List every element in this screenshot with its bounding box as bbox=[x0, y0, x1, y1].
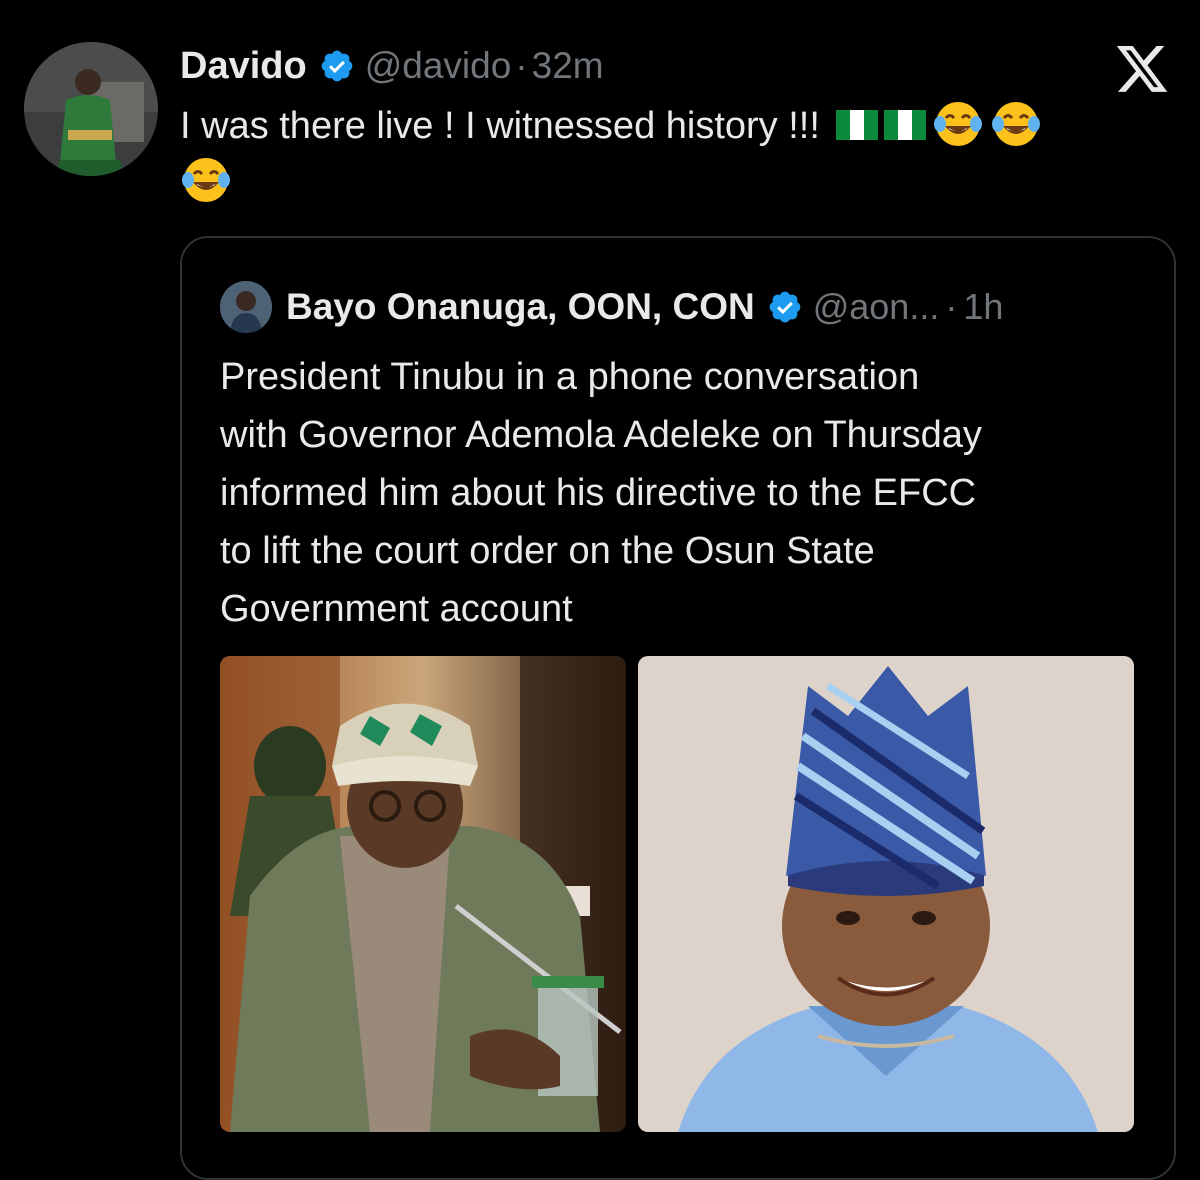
header-separator: · bbox=[515, 45, 528, 86]
tweet-body: I was there live ! I witnessed history !… bbox=[180, 98, 1170, 210]
quoted-tweet-header: Bayo Onanuga, OON, CON @aon... · 1h bbox=[220, 281, 1003, 333]
tears-of-joy-icon bbox=[180, 154, 232, 206]
nigeria-flag-icon bbox=[884, 100, 927, 140]
quoted-tweet[interactable]: Bayo Onanuga, OON, CON @aon... · 1h Pres… bbox=[180, 236, 1176, 1180]
tears-of-joy-icon bbox=[932, 98, 984, 150]
author-avatar[interactable] bbox=[24, 42, 158, 176]
quoted-text-line: informed him about his directive to the … bbox=[220, 472, 977, 514]
tears-of-joy-icon bbox=[990, 98, 1042, 150]
tweet-time[interactable]: 32m bbox=[532, 45, 604, 87]
verified-badge-icon bbox=[767, 289, 803, 325]
quoted-text-line: President Tinubu in a phone conversation bbox=[220, 356, 920, 398]
quoted-author-avatar[interactable] bbox=[220, 281, 272, 333]
header-separator: · bbox=[945, 286, 958, 327]
quoted-text-line: to lift the court order on the Osun Stat… bbox=[220, 530, 875, 572]
quoted-tweet-text: President Tinubu in a phone conversation… bbox=[220, 348, 1140, 638]
quoted-author-name[interactable]: Bayo Onanuga, OON, CON bbox=[286, 286, 755, 328]
quoted-text-line: Government account bbox=[220, 588, 573, 630]
tweet-header: Davido @davido · 32m bbox=[180, 40, 604, 92]
author-name[interactable]: Davido bbox=[180, 45, 307, 88]
nigeria-flag-icon bbox=[836, 100, 879, 140]
x-logo-icon bbox=[1116, 46, 1170, 94]
author-handle[interactable]: @davido bbox=[365, 45, 512, 87]
quoted-text-line: with Governor Ademola Adeleke on Thursda… bbox=[220, 414, 982, 456]
quoted-author-handle[interactable]: @aon... bbox=[813, 286, 940, 328]
quoted-tweet-time[interactable]: 1h bbox=[963, 286, 1003, 328]
verified-badge-icon bbox=[319, 48, 355, 84]
tweet-photo-right[interactable] bbox=[638, 656, 1134, 1132]
tweet-photo-left[interactable] bbox=[220, 656, 626, 1132]
tweet-text: I was there live ! I witnessed history !… bbox=[180, 105, 820, 147]
